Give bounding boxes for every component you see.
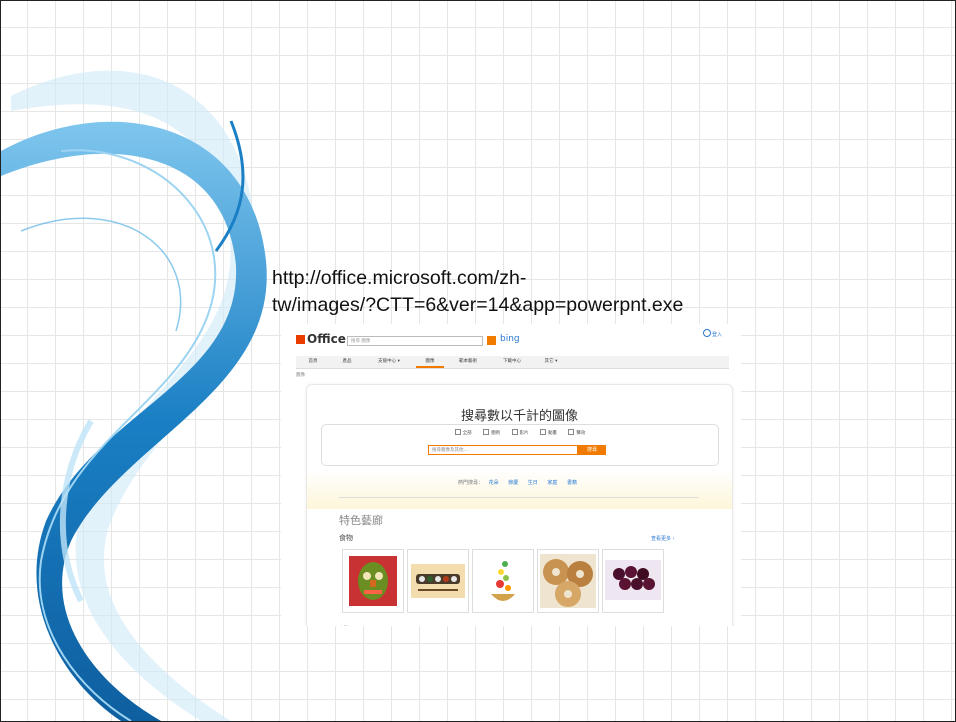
next-section-label: 商務 bbox=[339, 625, 349, 626]
thumbnail-skewers[interactable] bbox=[407, 549, 469, 613]
radio-icon bbox=[568, 429, 575, 435]
radio-icon bbox=[539, 429, 546, 435]
signin-link[interactable]: 登入 bbox=[703, 329, 722, 338]
see-more-link[interactable]: 查看更多 › bbox=[651, 535, 675, 542]
popular-tag[interactable]: 節慶 bbox=[508, 480, 518, 486]
popular-tag[interactable]: 書籍 bbox=[567, 480, 577, 486]
office-logo-icon bbox=[296, 335, 305, 344]
url-line-1: http://office.microsoft.com/zh- bbox=[272, 267, 527, 289]
decorative-swoosh bbox=[1, 70, 267, 721]
tab-more[interactable]: 其它 ▾ bbox=[534, 356, 568, 368]
radio-icon bbox=[454, 429, 461, 435]
popular-searches: 熱門搜尋： 花朵 節慶 生日 家庭 書籍 bbox=[307, 479, 732, 486]
thumbnail-bagels[interactable] bbox=[537, 549, 599, 613]
bing-logo: bing bbox=[500, 334, 520, 344]
hero-title: 搜尋數以千計的圖像 bbox=[460, 409, 578, 424]
divider bbox=[339, 497, 699, 498]
thumbnail-vegetable-face[interactable] bbox=[342, 549, 404, 613]
popular-tag[interactable]: 家庭 bbox=[547, 480, 557, 486]
popular-tag[interactable]: 花朵 bbox=[489, 480, 499, 486]
thumbnail-grapes[interactable] bbox=[602, 549, 664, 613]
nav-bar: 首頁 產品 支援中心 ▾ 圖像 範本藝術 下載中心 其它 ▾ bbox=[296, 356, 729, 369]
tab-templates[interactable]: 範本藝術 bbox=[448, 356, 488, 368]
image-search-input[interactable]: 搜尋圖像及其他... bbox=[428, 445, 578, 455]
user-icon bbox=[703, 329, 711, 337]
tab-downloads[interactable]: 下載中心 bbox=[492, 356, 532, 368]
search-icon[interactable] bbox=[487, 336, 496, 345]
filter-all[interactable]: 全部 bbox=[454, 429, 472, 436]
tab-products[interactable]: 產品 bbox=[330, 356, 364, 368]
yellow-gradient bbox=[307, 469, 732, 509]
filter-clipart[interactable]: 圖例 bbox=[483, 429, 500, 436]
search-area: 全部 圖例 影片 動畫 聲效 搜尋圖像及其他... 搜尋 bbox=[321, 424, 719, 466]
filter-animation[interactable]: 動畫 bbox=[539, 429, 557, 436]
thumbnail-salad[interactable] bbox=[472, 549, 534, 613]
embedded-screenshot: Office 搜尋 圖像 bing 登入 首頁 產品 支援中心 ▾ 圖像 範本藝… bbox=[281, 324, 741, 626]
search-button[interactable]: 搜尋 bbox=[578, 445, 606, 455]
radio-icon bbox=[511, 429, 518, 435]
tab-home[interactable]: 首頁 bbox=[296, 356, 330, 368]
popular-tag[interactable]: 生日 bbox=[528, 480, 538, 486]
popular-label: 熱門搜尋： bbox=[457, 480, 483, 486]
content-panel: 搜尋數以千計的圖像 全部 圖例 影片 動畫 聲效 搜尋圖像及其他... 搜尋 熱… bbox=[306, 384, 733, 626]
filter-video[interactable]: 影片 bbox=[511, 429, 529, 436]
category-title: 食物 bbox=[339, 534, 353, 542]
slide: http://office.microsoft.com/zh- tw/image… bbox=[0, 0, 956, 722]
filter-options: 全部 圖例 影片 動畫 聲效 bbox=[322, 429, 718, 436]
url-line-2: tw/images/?CTT=6&ver=14&app=powerpnt.exe bbox=[272, 294, 684, 316]
tab-images[interactable]: 圖像 bbox=[416, 356, 444, 368]
top-search-input[interactable]: 搜尋 圖像 bbox=[347, 336, 483, 346]
office-logo: Office bbox=[296, 332, 346, 346]
tab-support[interactable]: 支援中心 ▾ bbox=[366, 356, 412, 368]
breadcrumb[interactable]: 圖像 bbox=[296, 372, 305, 378]
filter-sound[interactable]: 聲效 bbox=[568, 429, 585, 436]
url-caption[interactable]: http://office.microsoft.com/zh- tw/image… bbox=[272, 265, 792, 319]
featured-gallery-title: 特色藝廊 bbox=[339, 514, 383, 527]
radio-icon bbox=[483, 429, 490, 435]
